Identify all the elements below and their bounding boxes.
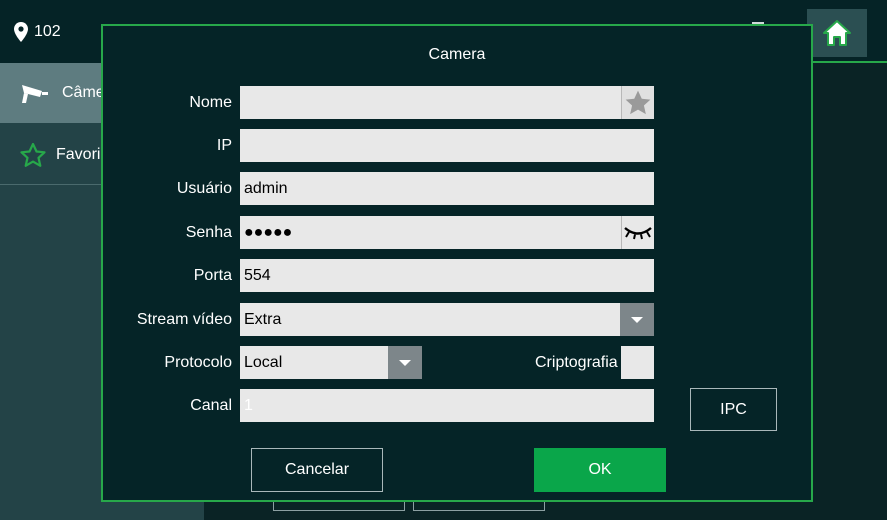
user-label: Usuário	[176, 180, 232, 197]
name-label: Nome	[189, 94, 232, 111]
location-pin-icon	[14, 22, 28, 42]
star-outline-icon	[20, 143, 46, 167]
password-label: Senha	[185, 224, 232, 241]
show-password-button[interactable]	[621, 216, 654, 249]
eye-closed-icon	[624, 226, 652, 239]
camera-icon	[22, 85, 48, 103]
name-input[interactable]	[240, 86, 621, 119]
camera-dialog: Camera Nome IP Usuário admin Senha ●●●●●…	[101, 24, 813, 502]
dialog-title: Camera	[428, 46, 486, 63]
home-button[interactable]	[807, 9, 867, 57]
ip-input[interactable]	[240, 129, 654, 162]
user-input[interactable]: admin	[240, 172, 654, 205]
star-icon	[625, 90, 651, 115]
channel-input[interactable]: 1	[240, 389, 654, 422]
stream-select[interactable]: Extra	[240, 303, 620, 336]
ip-label: IP	[216, 137, 232, 154]
channel-label: Canal	[190, 397, 232, 414]
protocol-dropdown-button[interactable]	[388, 346, 422, 379]
protocol-label: Protocolo	[164, 354, 232, 371]
encryption-checkbox[interactable]	[621, 346, 654, 379]
ipc-button[interactable]: IPC	[690, 388, 777, 431]
chevron-down-icon	[399, 359, 411, 366]
stream-label: Stream vídeo	[136, 311, 232, 328]
encryption-label: Criptografia	[535, 354, 618, 371]
password-input[interactable]: ●●●●●	[240, 216, 621, 249]
home-icon	[823, 20, 851, 46]
room-number: 102	[34, 23, 61, 40]
favorite-button[interactable]	[621, 86, 654, 119]
protocol-select[interactable]: Local	[240, 346, 388, 379]
sidebar-item-label: Câme	[62, 84, 105, 101]
ok-button[interactable]: OK	[534, 448, 666, 492]
sidebar-item-label: Favori	[56, 146, 101, 163]
room-indicator: 102	[14, 20, 61, 44]
port-label: Porta	[193, 267, 232, 284]
chevron-down-icon	[631, 316, 643, 323]
port-input[interactable]: 554	[240, 259, 654, 292]
cancel-button[interactable]: Cancelar	[251, 448, 383, 492]
stream-dropdown-button[interactable]	[620, 303, 654, 336]
